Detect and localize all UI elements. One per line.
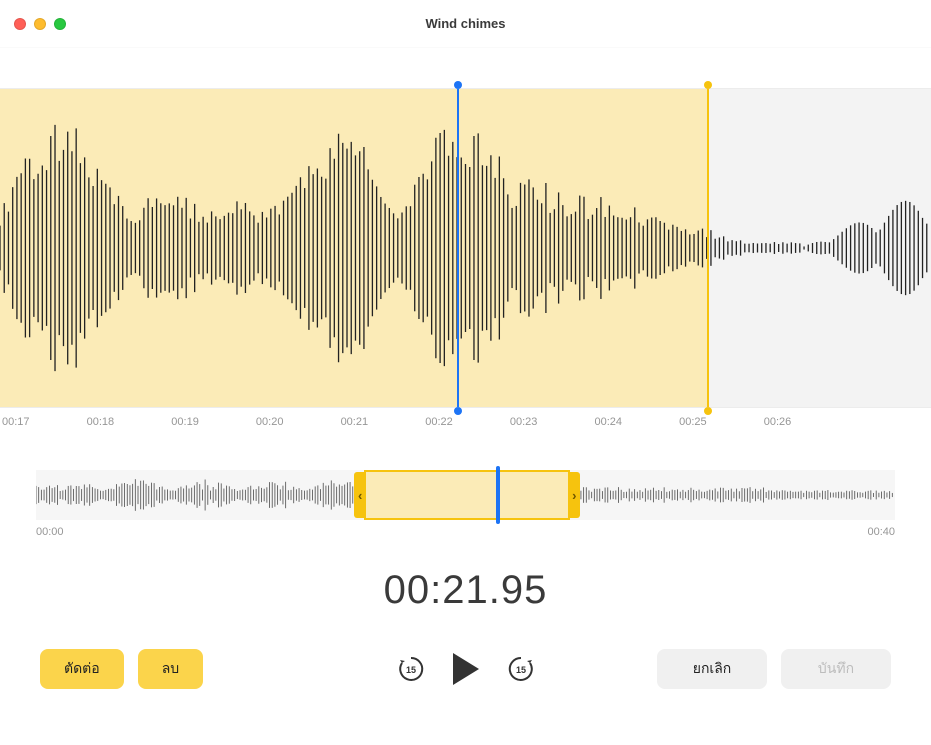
timeline-tick: 00:20 — [254, 416, 339, 436]
window-controls — [14, 18, 66, 30]
window-title: Wind chimes — [0, 16, 931, 31]
overview-waveform[interactable]: ‹ › — [36, 470, 895, 520]
cancel-button[interactable]: ยกเลิก — [657, 649, 767, 689]
skip-forward-15-icon[interactable]: 15 — [507, 655, 535, 683]
overview-trim-handle-right[interactable]: › — [568, 472, 580, 518]
svg-text:15: 15 — [515, 665, 525, 675]
svg-text:15: 15 — [405, 665, 415, 675]
skip-back-15-icon[interactable]: 15 — [397, 655, 425, 683]
zoom-icon[interactable] — [54, 18, 66, 30]
current-time-display: 00:21.95 — [0, 568, 931, 613]
waveform-svg — [0, 89, 931, 407]
timeline-tick: 00:24 — [592, 416, 677, 436]
timeline-tick: 00:17 — [0, 416, 85, 436]
overview-end-time: 00:40 — [867, 526, 895, 538]
timeline-tick: 00:26 — [762, 416, 847, 436]
delete-button[interactable]: ลบ — [138, 649, 203, 689]
minimize-icon[interactable] — [34, 18, 46, 30]
voice-memos-edit-window: Wind chimes 00:1700:1800:1900:2000:2100:… — [0, 0, 931, 745]
play-button[interactable] — [453, 653, 479, 685]
overview-selection[interactable]: ‹ › — [364, 470, 570, 520]
overview-start-time: 00:00 — [36, 526, 64, 538]
timeline-tick: 00:25 — [677, 416, 762, 436]
trim-button[interactable]: ตัดต่อ — [40, 649, 124, 689]
timeline-tick — [846, 416, 931, 436]
controls-row: ตัดต่อ ลบ 15 15 ย — [0, 613, 931, 689]
overview-time-labels: 00:00 00:40 — [36, 526, 895, 538]
trim-handle-top[interactable] — [704, 81, 712, 89]
timeline-tick: 00:23 — [508, 416, 593, 436]
play-icon — [453, 653, 479, 685]
main-waveform[interactable] — [0, 88, 931, 408]
overview-playhead[interactable] — [496, 466, 500, 524]
timeline-tick: 00:22 — [423, 416, 508, 436]
save-button[interactable]: บันทึก — [781, 649, 891, 689]
playhead-line — [457, 89, 459, 407]
close-icon[interactable] — [14, 18, 26, 30]
titlebar: Wind chimes — [0, 0, 931, 48]
overview-trim-handle-left[interactable]: ‹ — [354, 472, 366, 518]
timeline-tick: 00:21 — [339, 416, 424, 436]
timeline-tick: 00:18 — [85, 416, 170, 436]
timeline-tick: 00:19 — [169, 416, 254, 436]
playhead-handle-top[interactable] — [454, 81, 462, 89]
timeline-ruler: 00:1700:1800:1900:2000:2100:2200:2300:24… — [0, 408, 931, 436]
trim-line — [707, 89, 709, 407]
